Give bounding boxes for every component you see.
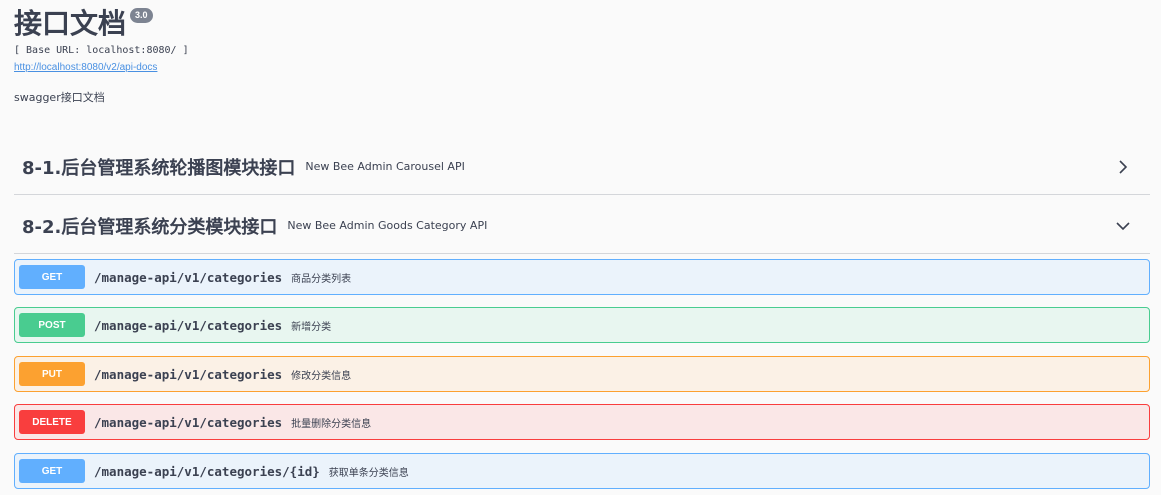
operation-get-categories[interactable]: GET /manage-api/v1/categories 商品分类列表	[14, 259, 1150, 295]
operation-path: /manage-api/v1/categories	[94, 414, 283, 430]
operation-path: /manage-api/v1/categories	[94, 317, 283, 333]
operation-delete-categories[interactable]: DELETE /manage-api/v1/categories 批量删除分类信…	[14, 404, 1150, 440]
operation-path: /manage-api/v1/categories	[94, 269, 283, 285]
api-description: swagger接口文档	[14, 91, 105, 104]
title-row: 接口文档 3.0	[14, 6, 1150, 42]
api-docs-link[interactable]: http://localhost:8080/v2/api-docs	[14, 61, 157, 75]
operation-summary: 修改分类信息	[291, 370, 352, 382]
tag-carousel[interactable]: 8-1.后台管理系统轮播图模块接口 New Bee Admin Carousel…	[14, 139, 1150, 195]
operation-get-category-by-id[interactable]: GET /manage-api/v1/categories/{id} 获取单条分…	[14, 453, 1150, 489]
api-info: 接口文档 3.0 [ Base URL: localhost:8080/ ] h…	[14, 6, 1150, 105]
operation-summary: 批量删除分类信息	[291, 418, 372, 430]
operation-summary: 获取单条分类信息	[328, 467, 409, 479]
version-badge: 3.0	[130, 8, 153, 23]
chevron-right-icon[interactable]	[1116, 159, 1130, 174]
base-url: [ Base URL: localhost:8080/ ]	[14, 45, 189, 56]
method-badge: GET	[19, 265, 85, 289]
method-badge: GET	[19, 459, 85, 483]
tag-name: 8-2.后台管理系统分类模块接口	[22, 216, 278, 238]
method-badge: POST	[19, 313, 85, 337]
operation-summary: 新增分类	[291, 321, 332, 333]
page-title: 接口文档	[14, 7, 127, 40]
operation-path: /manage-api/v1/categories	[94, 366, 283, 382]
operation-path: /manage-api/v1/categories/{id}	[94, 463, 320, 479]
chevron-down-icon[interactable]	[1116, 219, 1130, 233]
method-badge: DELETE	[19, 410, 85, 434]
tag-description: New Bee Admin Goods Category API	[287, 219, 488, 232]
operation-put-categories[interactable]: PUT /manage-api/v1/categories 修改分类信息	[14, 356, 1150, 392]
tag-name: 8-1.后台管理系统轮播图模块接口	[22, 157, 296, 179]
tag-goods-category[interactable]: 8-2.后台管理系统分类模块接口 New Bee Admin Goods Cat…	[14, 198, 1150, 254]
method-badge: PUT	[19, 362, 85, 386]
operation-post-categories[interactable]: POST /manage-api/v1/categories 新增分类	[14, 307, 1150, 343]
tag-description: New Bee Admin Carousel API	[305, 160, 465, 173]
operation-summary: 商品分类列表	[291, 273, 352, 285]
